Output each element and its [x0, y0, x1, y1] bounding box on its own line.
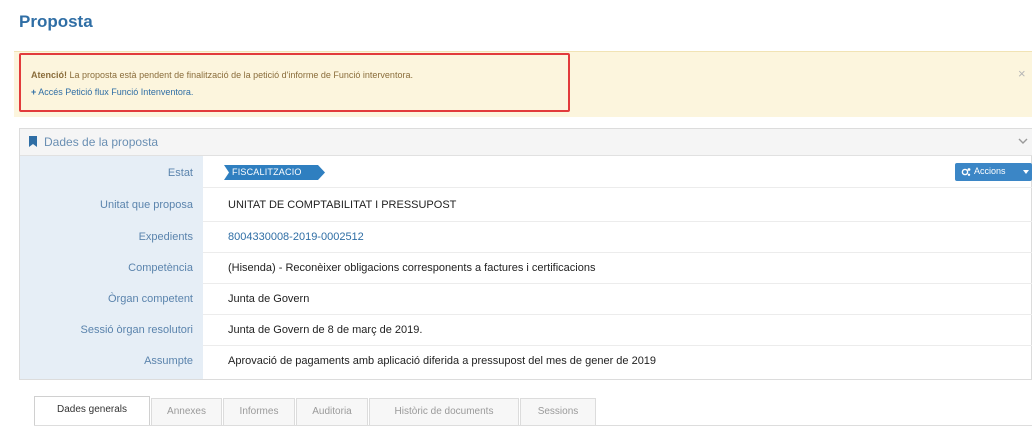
tab-informes[interactable]: Informes [223, 398, 295, 425]
chevron-down-icon[interactable] [1016, 134, 1030, 148]
field-value-competencia: (Hisenda) - Reconèixer obligacions corre… [228, 262, 596, 274]
field-value-unitat: UNITAT DE COMPTABILITAT I PRESSUPOST [228, 199, 457, 211]
tab-dades-generals[interactable]: Dades generals [34, 396, 150, 425]
row-divider [203, 283, 1032, 284]
tab-sessions[interactable]: Sessions [520, 398, 596, 425]
field-label-organ: Òrgan competent [108, 293, 193, 305]
field-label-estat: Estat [167, 167, 193, 179]
field-label-unitat: Unitat que proposa [100, 199, 193, 211]
page-title: Proposta [19, 12, 93, 31]
tab-historic-documents[interactable]: Històric de documents [369, 398, 519, 425]
field-value-assumpte: Aprovació de pagaments amb aplicació dif… [228, 355, 657, 367]
field-label-competencia: Competència [128, 262, 193, 274]
row-divider [203, 314, 1032, 315]
expedient-link[interactable]: 8004330008-2019-0002512 [228, 231, 364, 243]
alert-message: Atenció! La proposta està pendent de fin… [31, 70, 413, 80]
caret-down-icon [1023, 170, 1029, 174]
row-divider [203, 345, 1032, 346]
tab-auditoria[interactable]: Auditoria [296, 398, 368, 425]
alert-strong: Atenció! [31, 70, 67, 80]
alert-text: La proposta està pendent de finalització… [69, 70, 413, 80]
field-label-sessio: Sessió òrgan resolutori [80, 324, 193, 336]
row-divider [203, 221, 1032, 222]
actions-button-label: Accions [974, 166, 1006, 176]
gears-icon [961, 168, 971, 176]
alert-link-label: Accés Petició flux Funció Intenventora. [38, 87, 194, 97]
panel-header[interactable] [20, 129, 1032, 156]
field-label-expedients: Expedients [138, 231, 193, 243]
field-value-organ: Junta de Govern [228, 293, 310, 305]
alert-link[interactable]: + Accés Petició flux Funció Intenventora. [31, 87, 193, 97]
row-divider [203, 187, 1032, 188]
field-label-assumpte: Assumpte [144, 355, 193, 367]
plus-icon: + [31, 87, 37, 97]
status-badge-label: FISCALITZACIO [232, 167, 302, 177]
tabs-baseline [34, 425, 1032, 426]
bookmark-icon [29, 136, 37, 147]
field-value-sessio: Junta de Govern de 8 de març de 2019. [228, 324, 423, 336]
actions-button[interactable]: Accions [955, 163, 1032, 181]
tab-annexes[interactable]: Annexes [151, 398, 222, 425]
row-divider [203, 252, 1032, 253]
alert-highlight-box [19, 53, 570, 112]
close-icon[interactable]: × [1018, 66, 1026, 81]
panel-title: Dades de la proposta [44, 135, 159, 149]
